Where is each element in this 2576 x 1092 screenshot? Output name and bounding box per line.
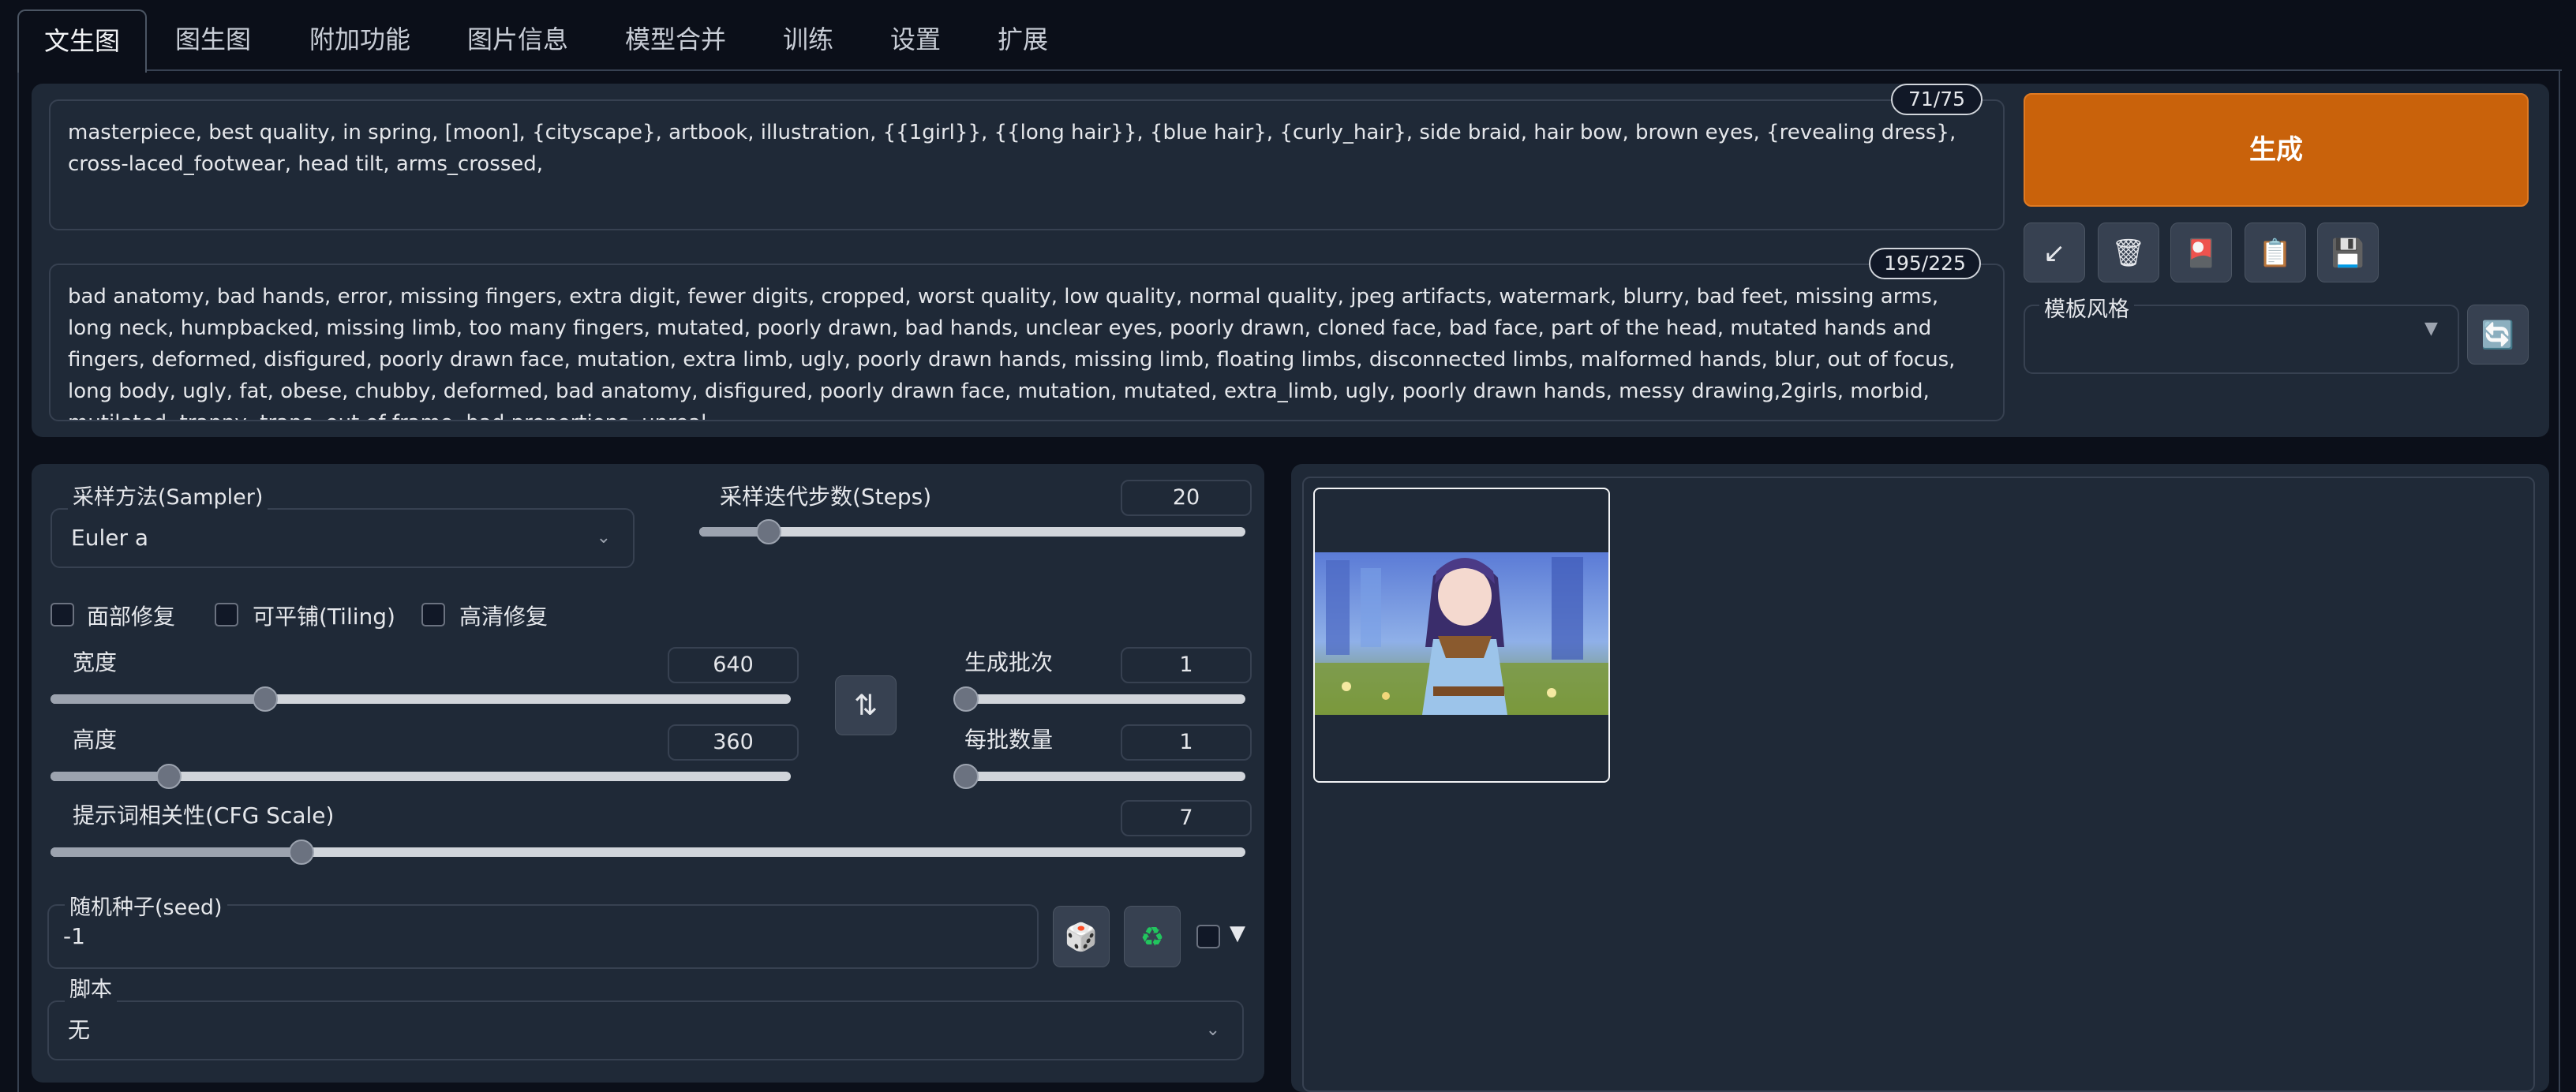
refresh-styles-button[interactable]: 🔄 [2467,305,2529,365]
script-dropdown[interactable]: 无 ⌄ [47,1000,1244,1060]
height-label: 高度 [73,727,118,753]
tab-img2img[interactable]: 图生图 [175,17,251,62]
recycle-icon: ♻ [1140,922,1165,953]
batch-size-slider[interactable] [953,764,1245,789]
caret-down-icon: ▼ [2424,319,2438,338]
arrow-down-left-icon: ↙ [2042,237,2066,269]
swap-dimensions-button[interactable]: ⇅ [835,675,897,735]
cfg-scale-slider-thumb[interactable] [288,840,314,865]
generate-button[interactable]: 生成 [2024,93,2529,207]
reuse-seed-button[interactable]: ♻ [1124,906,1181,967]
batch-count-input[interactable]: 1 [1121,647,1252,683]
card-icon: 🎴 [2184,237,2218,269]
batch-count-label: 生成批次 [964,649,1054,675]
refresh-icon: 🔄 [2481,320,2515,351]
width-input[interactable]: 640 [668,647,799,683]
cfg-scale-slider[interactable] [51,840,1245,865]
extra-networks-button[interactable]: 🎴 [2170,223,2232,282]
width-slider-fill [51,694,266,704]
steps-input[interactable]: 20 [1121,480,1252,516]
extra-seed-checkbox[interactable] [1196,925,1220,948]
negative-prompt-input[interactable]: bad anatomy, bad hands, error, missing f… [49,264,2005,421]
random-seed-button[interactable]: 🎲 [1053,906,1110,967]
generated-image [1315,552,1608,715]
cfg-scale-slider-fill [51,847,301,857]
height-slider[interactable] [51,764,791,789]
positive-token-counter: 71/75 [1891,84,1983,115]
trash-icon: 🗑 [2111,237,2146,269]
steps-label: 采样迭代步数(Steps) [720,484,932,510]
tab-extensions[interactable]: 扩展 [998,17,1048,62]
triangle-down-icon[interactable]: ▼ [1230,922,1245,945]
batch-size-slider-thumb[interactable] [953,764,979,789]
batch-size-label: 每批数量 [964,727,1054,753]
tab-txt2img[interactable]: 文生图 [17,9,147,73]
tab-settings[interactable]: 设置 [890,17,941,62]
negative-token-counter: 195/225 [1869,248,1981,279]
chevron-down-icon: ⌄ [596,528,611,548]
cfg-scale-label: 提示词相关性(CFG Scale) [73,802,335,828]
steps-slider[interactable] [699,519,1245,544]
face-restore-checkbox[interactable] [51,603,74,626]
hires-fix-label: 高清修复 [459,604,549,630]
steps-slider-thumb[interactable] [755,519,781,544]
tab-png-info[interactable]: 图片信息 [467,17,568,62]
apply-style-button[interactable]: 📋 [2245,223,2306,282]
height-slider-thumb[interactable] [156,764,182,789]
height-input[interactable]: 360 [668,724,799,761]
clipboard-icon: 📋 [2258,237,2293,269]
generated-image-thumbnail[interactable] [1313,488,1610,783]
clear-prompt-button[interactable]: 🗑 [2098,223,2159,282]
hires-fix-checkbox[interactable] [421,603,445,626]
width-slider[interactable] [51,686,791,712]
cfg-scale-input[interactable]: 7 [1121,800,1252,836]
tab-extras[interactable]: 附加功能 [309,17,410,62]
script-value: 无 [68,1017,91,1043]
face-restore-label: 面部修复 [87,604,176,630]
positive-prompt-input[interactable]: masterpiece, best quality, in spring, [m… [49,99,2005,230]
width-label: 宽度 [73,649,118,675]
dice-icon: 🎲 [1064,922,1099,953]
swap-arrows-icon: ⇅ [853,690,878,722]
floppy-disk-icon: 💾 [2331,237,2365,269]
batch-count-slider-thumb[interactable] [953,686,979,712]
height-slider-fill [51,772,170,781]
paste-params-button[interactable]: ↙ [2024,223,2085,282]
width-slider-thumb[interactable] [253,686,279,712]
tiling-label: 可平铺(Tiling) [253,604,395,630]
script-label: 脚本 [65,972,117,1003]
tiling-checkbox[interactable] [215,603,238,626]
sampler-label: 采样方法(Sampler) [68,480,268,510]
style-label: 模板风格 [2039,292,2134,323]
batch-count-slider[interactable] [953,686,1245,712]
tab-bar-divider [147,69,2562,71]
save-style-button[interactable]: 💾 [2317,223,2379,282]
sampler-dropdown[interactable]: Euler a ⌄ [51,508,635,568]
batch-size-input[interactable]: 1 [1121,724,1252,761]
seed-value: -1 [63,923,85,949]
tab-train[interactable]: 训练 [783,17,833,62]
seed-label: 随机种子(seed) [65,890,227,921]
chevron-down-icon: ⌄ [1205,1020,1220,1040]
tab-checkpoint-merger[interactable]: 模型合并 [625,17,726,62]
sampler-value: Euler a [71,525,149,551]
